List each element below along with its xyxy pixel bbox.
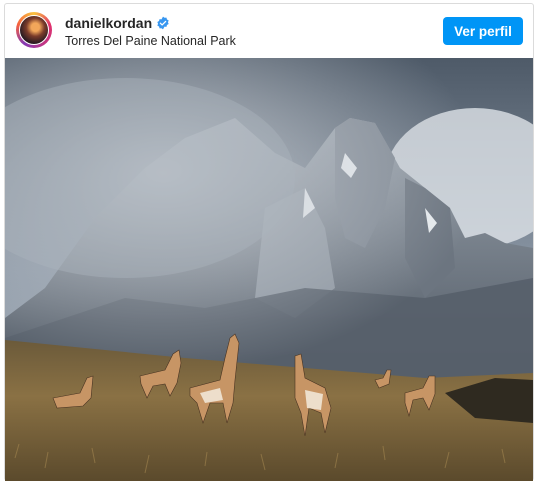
landscape-photo — [5, 58, 533, 481]
view-profile-button[interactable]: Ver perfil — [443, 17, 523, 45]
post-photo[interactable] — [5, 58, 533, 481]
post-header: danielkordan Torres Del Paine National P… — [5, 4, 533, 58]
username-row[interactable]: danielkordan — [65, 15, 170, 31]
location-link[interactable]: Torres Del Paine National Park — [65, 34, 236, 48]
profile-avatar[interactable] — [16, 12, 52, 48]
username-link[interactable]: danielkordan — [65, 15, 152, 31]
verified-badge-icon — [157, 16, 169, 30]
avatar-image — [19, 15, 49, 45]
instagram-embed-card: danielkordan Torres Del Paine National P… — [4, 3, 534, 481]
